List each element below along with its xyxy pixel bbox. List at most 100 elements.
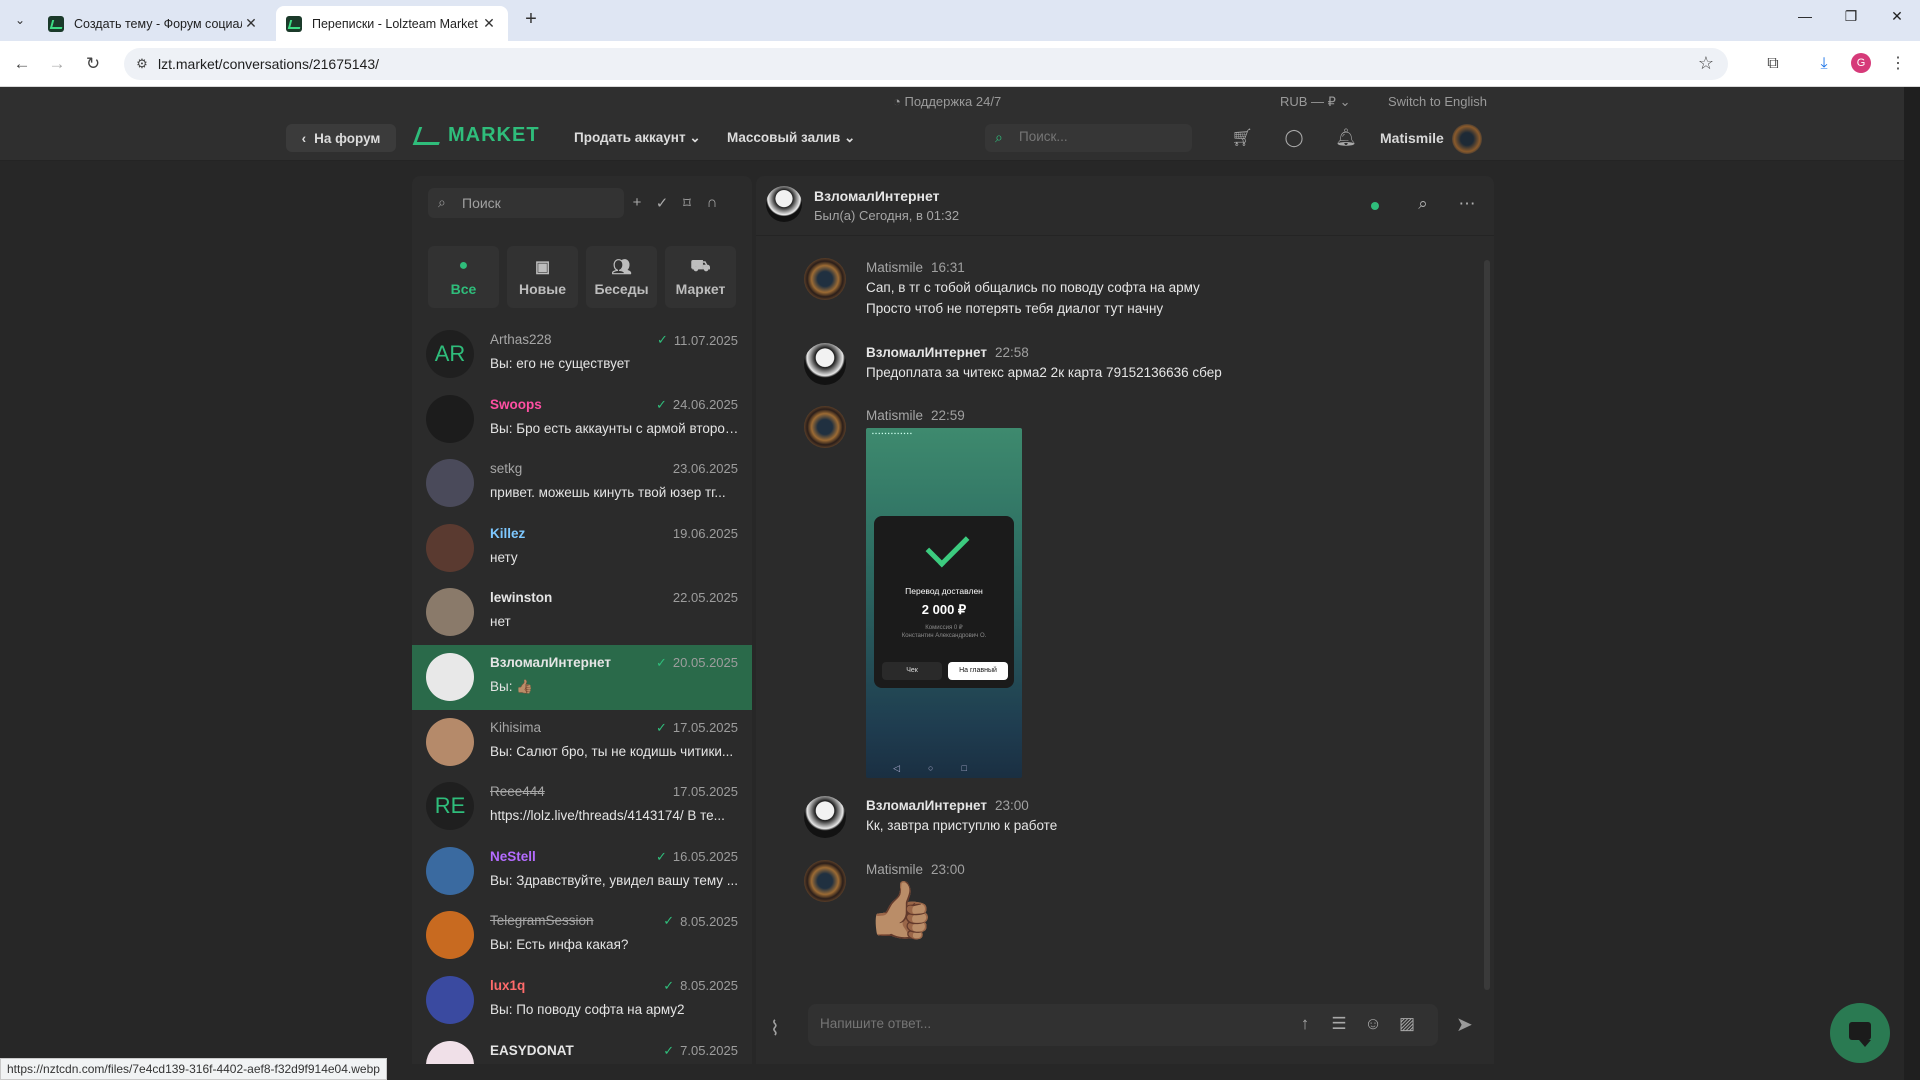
- profile-avatar[interactable]: G: [1851, 53, 1871, 73]
- mark-read-icon[interactable]: ✓: [653, 194, 671, 212]
- conversation-item[interactable]: Kihisima ✓ 17.05.2025 Вы: Салют бро, ты не …: [412, 710, 752, 775]
- conversation-avatar[interactable]: [426, 652, 474, 701]
- message-avatar[interactable]: [804, 406, 846, 448]
- support-link[interactable]: ◔ Поддержка 24/7: [893, 94, 1001, 109]
- switch-language-link[interactable]: Switch to English: [1388, 94, 1487, 109]
- browser-tab-forum[interactable]: Создать тему - Форум социал ✕: [38, 6, 270, 41]
- conversation-item[interactable]: setkg 23.06.2025 привет. можешь кинуть тво…: [412, 451, 752, 516]
- extensions-icon[interactable]: ⧉: [1761, 52, 1785, 76]
- more-options-icon[interactable]: ⋯: [1456, 194, 1478, 216]
- attach-file-icon[interactable]: ⌇: [770, 1016, 780, 1041]
- browser-menu-icon[interactable]: ⋮: [1886, 52, 1910, 76]
- message-avatar[interactable]: [804, 258, 846, 300]
- tab-all[interactable]: ● Все: [428, 246, 499, 308]
- conversation-avatar[interactable]: [426, 717, 474, 766]
- tab-market[interactable]: ⛟ Маркет: [665, 246, 736, 308]
- messages-icon[interactable]: ◯: [1283, 128, 1305, 150]
- message-avatar[interactable]: [804, 343, 846, 385]
- reply-input[interactable]: [820, 1016, 1280, 1031]
- tab-search-button[interactable]: ⌄: [8, 8, 32, 32]
- currency-selector[interactable]: RUB — ₽ ⌄: [1280, 94, 1350, 110]
- conversation-name[interactable]: Arthas228: [490, 332, 552, 347]
- bookmark-star-icon[interactable]: ☆: [1698, 53, 1714, 74]
- conversation-avatar[interactable]: [426, 846, 474, 895]
- conversation-item[interactable]: Killez 19.06.2025 нету: [412, 516, 752, 581]
- conversation-name[interactable]: TelegramSession: [490, 913, 594, 928]
- add-conversation-icon[interactable]: +: [628, 194, 646, 211]
- chat-partner-name[interactable]: ВзломалИнтернет: [814, 188, 939, 204]
- message-avatar[interactable]: [804, 860, 846, 902]
- header-search[interactable]: ⌕: [985, 124, 1192, 152]
- address-bar[interactable]: ⚙ lzt.market/conversations/21675143/ ☆: [124, 48, 1728, 80]
- conversation-name[interactable]: Killez: [490, 526, 525, 541]
- close-icon[interactable]: ✕: [242, 15, 260, 32]
- conversation-avatar[interactable]: RE: [426, 782, 474, 831]
- mass-upload-menu[interactable]: Массовый залив ⌄: [727, 130, 855, 146]
- new-tab-button[interactable]: +: [520, 9, 542, 31]
- header-username[interactable]: Matismile: [1380, 130, 1444, 146]
- message-avatar[interactable]: [804, 796, 846, 838]
- conversation-item[interactable]: lewinston 22.05.2025 нет: [412, 580, 752, 645]
- conversation-avatar[interactable]: [426, 523, 474, 572]
- chat-search-icon[interactable]: ⌕: [1412, 194, 1434, 216]
- conversation-avatar[interactable]: [426, 1040, 474, 1064]
- conversation-avatar[interactable]: [426, 394, 474, 443]
- close-icon[interactable]: ✕: [480, 15, 498, 32]
- payment-screenshot-attachment[interactable]: ▪ ▪ ▪ ▪ ▪ ▪ ▪ ▪ ▪ ▪ ▪ ▪ ▪ Перевод достав…: [866, 428, 1022, 778]
- message-author[interactable]: Matismile: [866, 260, 923, 275]
- conversation-name[interactable]: lewinston: [490, 590, 552, 605]
- conversation-item[interactable]: ВзломалИнтернет ✓ 20.05.2025 Вы: 👍🏽: [412, 644, 752, 710]
- cart-icon[interactable]: 🛒︎: [1231, 128, 1253, 150]
- conversation-avatar[interactable]: AR: [426, 330, 474, 378]
- list-icon[interactable]: ☰: [1328, 1014, 1350, 1036]
- support-chat-button[interactable]: [1830, 1003, 1890, 1063]
- send-icon[interactable]: ➤: [1456, 1012, 1473, 1037]
- conversation-avatar[interactable]: [426, 588, 474, 637]
- tab-new[interactable]: ▣ Новые: [507, 246, 578, 308]
- message-author[interactable]: Matismile: [866, 862, 923, 877]
- minimize-icon[interactable]: —: [1782, 8, 1828, 24]
- message-author[interactable]: ВзломалИнтернет: [866, 345, 987, 360]
- site-info-icon[interactable]: ⚙: [133, 55, 151, 73]
- conversation-item[interactable]: RE Reee444 17.05.2025 https://lolz.live/thr…: [412, 774, 752, 839]
- conversation-name[interactable]: ВзломалИнтернет: [490, 655, 611, 670]
- user-avatar[interactable]: [1452, 124, 1482, 154]
- conversations-search[interactable]: ⌕ Поиск: [428, 188, 624, 218]
- emoji-icon[interactable]: ☺: [1362, 1014, 1384, 1036]
- conversation-item[interactable]: AR Arthas228 ✓ 11.07.2025 Вы: его не существ…: [412, 322, 752, 387]
- conversation-name[interactable]: Kihisima: [490, 720, 541, 735]
- conversation-name[interactable]: Reee444: [490, 784, 545, 799]
- chat-scrollbar[interactable]: [1484, 260, 1490, 990]
- reload-icon[interactable]: ↻: [81, 52, 105, 76]
- conversation-name[interactable]: EASYDONAT: [490, 1043, 574, 1058]
- message-author[interactable]: Matismile: [866, 408, 923, 423]
- conversation-name[interactable]: Swoops: [490, 397, 542, 412]
- back-to-forum-button[interactable]: ‹ На форум: [286, 124, 396, 152]
- support-headset-icon[interactable]: ∩: [703, 194, 721, 211]
- page-scrollbar[interactable]: [1904, 87, 1920, 1080]
- bookmark-icon[interactable]: ⌑: [678, 194, 696, 212]
- message-author[interactable]: ВзломалИнтернет: [866, 798, 987, 813]
- notifications-bell-icon[interactable]: 🔔︎: [1335, 128, 1357, 150]
- header-search-input[interactable]: [1019, 129, 1179, 144]
- conversation-item[interactable]: NeStell ✓ 16.05.2025 Вы: Здравствуйте, увид…: [412, 839, 752, 904]
- restore-icon[interactable]: ❐: [1828, 8, 1874, 25]
- download-icon[interactable]: ⤓: [1812, 52, 1836, 76]
- conversation-item[interactable]: TelegramSession ✓ 8.05.2025 Вы: Есть инфа к…: [412, 903, 752, 968]
- conversation-item[interactable]: EASYDONAT ✓ 7.05.2025: [412, 1033, 752, 1064]
- back-icon[interactable]: ←: [10, 52, 34, 76]
- conversation-avatar[interactable]: [426, 911, 474, 960]
- market-logo[interactable]: MARKET: [412, 124, 540, 147]
- conversation-avatar[interactable]: [426, 459, 474, 508]
- address-url[interactable]: lzt.market/conversations/21675143/: [158, 56, 379, 72]
- sell-account-menu[interactable]: Продать аккаунт ⌄: [574, 130, 701, 146]
- arrow-up-icon[interactable]: ↑: [1294, 1014, 1316, 1036]
- chat-partner-avatar[interactable]: [766, 186, 802, 222]
- conversation-item[interactable]: lux1q ✓ 8.05.2025 Вы: По поводу софта на ар…: [412, 968, 752, 1033]
- tab-groups[interactable]: 👥︎ Беседы: [586, 246, 657, 308]
- conversation-name[interactable]: lux1q: [490, 978, 525, 993]
- conversation-name[interactable]: NeStell: [490, 849, 536, 864]
- conversation-item[interactable]: Swoops ✓ 24.06.2025 Вы: Бро есть аккаунты с…: [412, 387, 752, 452]
- conversation-avatar[interactable]: [426, 975, 474, 1024]
- browser-tab-market[interactable]: Переписки - Lolzteam Market ✕: [276, 6, 508, 41]
